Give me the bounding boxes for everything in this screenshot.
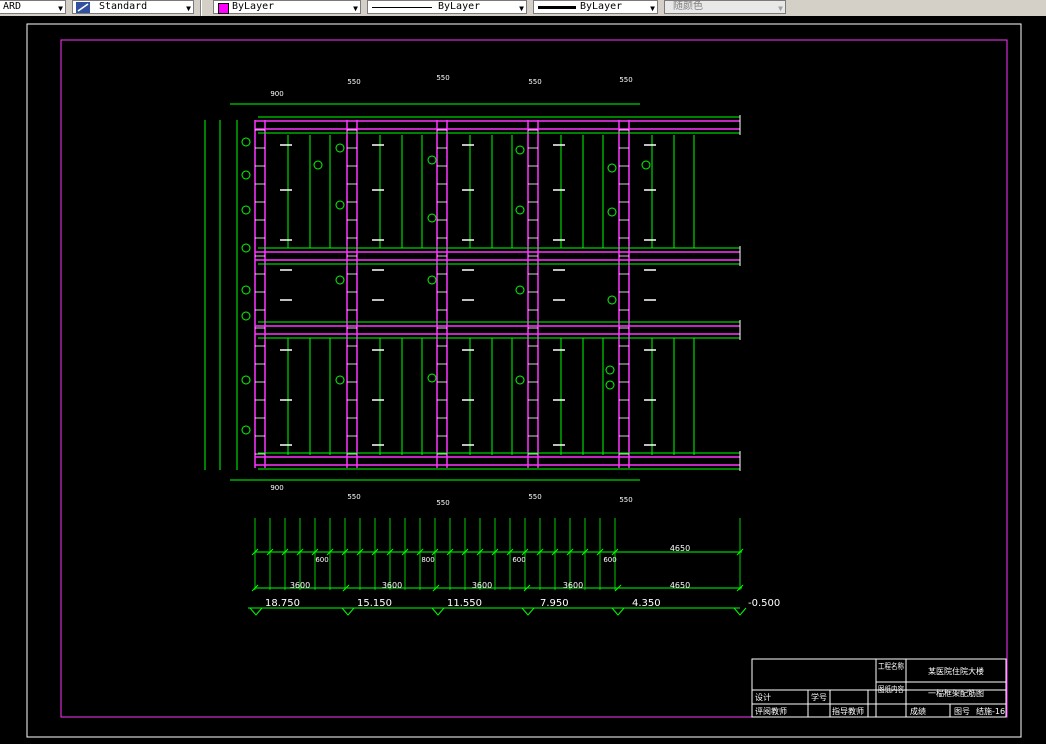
small-dim-4: 600	[603, 556, 616, 564]
small-dim-2: 800	[421, 556, 434, 564]
rebar-marker	[605, 380, 615, 390]
level-mark-2: 15.150	[357, 598, 392, 609]
student-no-label: 学号	[811, 692, 827, 702]
cad-drawing[interactable]: 3600 3600 3600 3600 4650 4650 600 800 60…	[0, 16, 1046, 740]
rebar-marker	[427, 275, 437, 285]
frame-elevation	[204, 103, 741, 481]
rebar-marker	[427, 213, 437, 223]
tail-dim: 4650	[670, 544, 690, 553]
advisor-label: 指导教师	[832, 706, 864, 716]
top-dim-4: 550	[619, 76, 632, 84]
bottom-dim-4: 550	[619, 496, 632, 504]
bay-dim-1: 3600	[290, 581, 310, 590]
rebar-marker	[515, 205, 525, 215]
plot-style-value: 随颜色	[673, 1, 703, 12]
bay-dim-5: 4650	[670, 581, 690, 590]
level-mark-6: -0.500	[748, 598, 780, 609]
linetype-combo[interactable]: ByLayer ▼	[367, 0, 527, 14]
bay-dim-3: 3600	[472, 581, 492, 590]
bottom-900: 900	[270, 484, 283, 492]
rebar-marker	[607, 163, 617, 173]
level-mark-4: 7.950	[540, 598, 569, 609]
rebar-marker	[515, 285, 525, 295]
annotations	[241, 129, 656, 455]
rebar-marker	[607, 207, 617, 217]
rebar-marker	[427, 373, 437, 383]
small-dim-1: 600	[315, 556, 328, 564]
properties-toolbar: ARD ▼ Standard ▼ ByLayer ▼ ByLayer ▼ ByL…	[0, 0, 1046, 17]
content-label: 图纸内容	[878, 684, 904, 694]
rebar-marker	[605, 365, 615, 375]
chevron-down-icon[interactable]: ▼	[778, 3, 783, 15]
level-mark-5: 4.350	[632, 598, 661, 609]
color-swatch-icon	[218, 3, 229, 14]
rebar-marker	[335, 375, 345, 385]
drawing-canvas[interactable]: 3600 3600 3600 3600 4650 4650 600 800 60…	[0, 16, 1046, 740]
dim-style-combo[interactable]: Standard ▼	[72, 0, 194, 14]
text-style-value: ARD	[3, 1, 22, 12]
text-style-combo[interactable]: ARD ▼	[0, 0, 66, 14]
rebar-marker	[241, 375, 251, 385]
color-value: ByLayer	[232, 1, 275, 12]
lineweight-value: ByLayer	[580, 1, 623, 12]
small-dim-3: 600	[512, 556, 525, 564]
rebar-marker	[241, 137, 251, 147]
level-marks	[248, 607, 747, 616]
dim-style-value: Standard	[99, 1, 148, 12]
drawing-no-label: 图号	[954, 707, 970, 716]
bay-dim-4: 3600	[563, 581, 583, 590]
dim-style-icon	[76, 2, 90, 13]
rebar-marker	[335, 275, 345, 285]
level-mark-1: 18.750	[265, 598, 300, 609]
bay-dim-2: 3600	[382, 581, 402, 590]
linetype-preview-icon	[372, 7, 432, 8]
rebar-marker	[241, 243, 251, 253]
inner-frame	[60, 39, 1008, 718]
rebar-marker	[335, 143, 345, 153]
rebar-marker	[427, 155, 437, 165]
plot-style-combo[interactable]: 随颜色 ▼	[664, 0, 786, 14]
top-dim-3: 550	[528, 78, 541, 86]
chevron-down-icon[interactable]: ▼	[650, 3, 655, 15]
rebar-marker	[313, 160, 323, 170]
chevron-down-icon[interactable]: ▼	[519, 3, 524, 15]
rebar-marker	[241, 311, 251, 321]
rebar-marker	[241, 170, 251, 180]
chevron-down-icon[interactable]: ▼	[186, 3, 191, 15]
lineweight-combo[interactable]: ByLayer ▼	[533, 0, 658, 14]
top-dim-2: 550	[436, 74, 449, 82]
rebar-marker	[515, 375, 525, 385]
chevron-down-icon[interactable]: ▼	[58, 3, 63, 15]
bottom-dim-3: 550	[528, 493, 541, 501]
reviewer-label: 评阅教师	[755, 706, 787, 716]
content-name: 一榀框架配筋图	[928, 688, 984, 698]
linetype-value: ByLayer	[438, 1, 481, 12]
rebar-marker	[607, 295, 617, 305]
proj-label: 工程名称	[878, 661, 904, 671]
drawing-no: 结施-16	[976, 706, 1005, 716]
lineweight-preview-icon	[538, 6, 576, 9]
rebar-marker	[641, 160, 651, 170]
bottom-dim-1: 550	[347, 493, 360, 501]
level-mark-3: 11.550	[447, 598, 482, 609]
bottom-dim-2: 550	[436, 499, 449, 507]
design-label: 设计	[755, 692, 771, 702]
score-label: 成绩	[910, 706, 926, 716]
chevron-down-icon[interactable]: ▼	[353, 3, 358, 15]
top-dim-1: 550	[347, 78, 360, 86]
rebar-marker	[241, 425, 251, 435]
toolbar-separator	[200, 0, 202, 16]
rebar-marker	[241, 205, 251, 215]
color-combo[interactable]: ByLayer ▼	[213, 0, 361, 14]
top-900: 900	[270, 90, 283, 98]
rebar-marker	[241, 285, 251, 295]
rebar-marker	[335, 200, 345, 210]
rebar-marker	[515, 145, 525, 155]
proj-name: 某医院住院大楼	[928, 666, 984, 676]
